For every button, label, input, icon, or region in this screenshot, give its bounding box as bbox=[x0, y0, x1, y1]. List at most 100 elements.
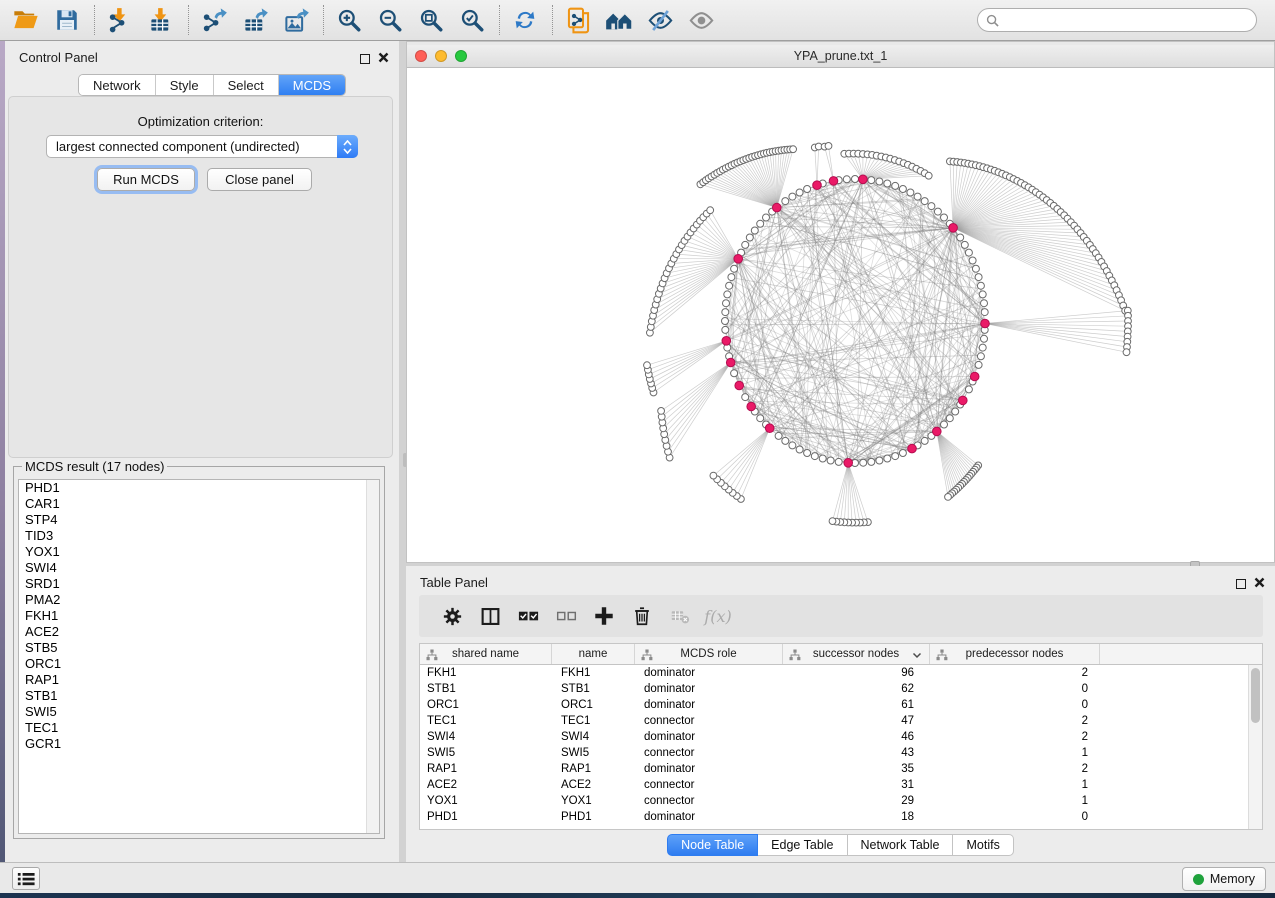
table-cell[interactable]: connector bbox=[635, 795, 783, 807]
table-cell[interactable]: 96 bbox=[783, 667, 930, 679]
search-field[interactable] bbox=[977, 8, 1257, 32]
result-node-item[interactable]: SRD1 bbox=[19, 576, 379, 592]
deselect-all-icon[interactable] bbox=[547, 599, 585, 633]
result-node-item[interactable]: RAP1 bbox=[19, 672, 379, 688]
table-cell[interactable]: 2 bbox=[930, 731, 1100, 743]
table-cell[interactable]: 1 bbox=[930, 779, 1100, 791]
table-cell[interactable]: SWI5 bbox=[552, 747, 635, 759]
table-cell[interactable]: 35 bbox=[783, 763, 930, 775]
table-cell[interactable]: 29 bbox=[783, 795, 930, 807]
memory-button[interactable]: Memory bbox=[1182, 867, 1266, 891]
table-cell[interactable]: SWI4 bbox=[552, 731, 635, 743]
table-cell[interactable]: 2 bbox=[930, 667, 1100, 679]
table-cell[interactable]: PHD1 bbox=[420, 811, 552, 823]
table-cell[interactable]: RAP1 bbox=[420, 763, 552, 775]
table-cell[interactable]: 62 bbox=[783, 683, 930, 695]
table-cell[interactable]: RAP1 bbox=[552, 763, 635, 775]
table-cell[interactable]: 2 bbox=[930, 763, 1100, 775]
tab-network-table[interactable]: Network Table bbox=[848, 834, 954, 856]
export-image-icon[interactable] bbox=[278, 3, 314, 37]
table-cell[interactable]: ORC1 bbox=[552, 699, 635, 711]
column-header-MCDS-role[interactable]: MCDS role bbox=[635, 644, 783, 664]
table-cell[interactable]: TEC1 bbox=[420, 715, 552, 727]
table-cell[interactable]: 18 bbox=[783, 811, 930, 823]
table-cell[interactable]: 43 bbox=[783, 747, 930, 759]
tab-mcds[interactable]: MCDS bbox=[279, 75, 345, 95]
table-cell[interactable]: connector bbox=[635, 779, 783, 791]
zoom-out-icon[interactable] bbox=[372, 3, 408, 37]
result-node-item[interactable]: SWI5 bbox=[19, 704, 379, 720]
network-canvas[interactable] bbox=[407, 68, 1274, 562]
settings-gear-icon[interactable] bbox=[433, 599, 471, 633]
table-row[interactable]: YOX1YOX1connector291 bbox=[420, 793, 1262, 809]
result-node-item[interactable]: PMA2 bbox=[19, 592, 379, 608]
open-file-icon[interactable] bbox=[8, 3, 44, 37]
table-cell[interactable]: 2 bbox=[930, 715, 1100, 727]
delete-column-icon[interactable] bbox=[623, 599, 661, 633]
close-table-panel-icon[interactable] bbox=[1254, 575, 1265, 593]
tab-select[interactable]: Select bbox=[214, 75, 279, 95]
table-cell[interactable]: 31 bbox=[783, 779, 930, 791]
table-row[interactable]: SWI5SWI5connector431 bbox=[420, 745, 1262, 761]
table-cell[interactable]: YOX1 bbox=[420, 795, 552, 807]
close-panel-icon[interactable] bbox=[378, 50, 389, 68]
result-node-item[interactable]: SWI4 bbox=[19, 560, 379, 576]
network-from-file-icon[interactable] bbox=[560, 3, 596, 37]
table-cell[interactable]: SWI4 bbox=[420, 731, 552, 743]
tab-network[interactable]: Network bbox=[79, 75, 156, 95]
table-cell[interactable]: 61 bbox=[783, 699, 930, 711]
table-cell[interactable]: SWI5 bbox=[420, 747, 552, 759]
table-cell[interactable]: TEC1 bbox=[552, 715, 635, 727]
result-node-item[interactable]: TID3 bbox=[19, 528, 379, 544]
table-cell[interactable]: ACE2 bbox=[420, 779, 552, 791]
table-cell[interactable]: STB1 bbox=[420, 683, 552, 695]
table-cell[interactable]: FKH1 bbox=[420, 667, 552, 679]
add-column-icon[interactable] bbox=[585, 599, 623, 633]
import-network-icon[interactable] bbox=[102, 3, 138, 37]
hide-graphics-details-icon[interactable] bbox=[642, 3, 678, 37]
result-node-item[interactable]: STB5 bbox=[19, 640, 379, 656]
select-all-icon[interactable] bbox=[509, 599, 547, 633]
table-row[interactable]: ORC1ORC1dominator610 bbox=[420, 697, 1262, 713]
result-node-item[interactable]: STP4 bbox=[19, 512, 379, 528]
column-header-shared-name[interactable]: shared name bbox=[420, 644, 552, 664]
table-cell[interactable]: dominator bbox=[635, 763, 783, 775]
save-icon[interactable] bbox=[49, 3, 85, 37]
table-cell[interactable]: 0 bbox=[930, 683, 1100, 695]
search-input[interactable] bbox=[999, 12, 1248, 28]
table-row[interactable]: STB1STB1dominator620 bbox=[420, 681, 1262, 697]
column-header-successor-nodes[interactable]: successor nodes bbox=[783, 644, 930, 664]
float-panel-icon[interactable] bbox=[360, 54, 370, 64]
refresh-icon[interactable] bbox=[507, 3, 543, 37]
run-mcds-button[interactable]: Run MCDS bbox=[97, 168, 195, 191]
result-node-item[interactable]: GCR1 bbox=[19, 736, 379, 752]
tab-motifs[interactable]: Motifs bbox=[953, 834, 1013, 856]
table-scrollbar[interactable] bbox=[1248, 665, 1262, 829]
table-cell[interactable]: 0 bbox=[930, 699, 1100, 711]
table-row[interactable]: RAP1RAP1dominator352 bbox=[420, 761, 1262, 777]
column-header-predecessor-nodes[interactable]: predecessor nodes bbox=[930, 644, 1100, 664]
zoom-in-icon[interactable] bbox=[331, 3, 367, 37]
table-cell[interactable]: dominator bbox=[635, 667, 783, 679]
table-cell[interactable]: 0 bbox=[930, 811, 1100, 823]
close-panel-button[interactable]: Close panel bbox=[207, 168, 312, 191]
table-row[interactable]: PHD1PHD1dominator180 bbox=[420, 809, 1262, 825]
table-cell[interactable]: dominator bbox=[635, 683, 783, 695]
table-cell[interactable]: connector bbox=[635, 747, 783, 759]
table-cell[interactable]: 47 bbox=[783, 715, 930, 727]
table-row[interactable]: SWI4SWI4dominator462 bbox=[420, 729, 1262, 745]
result-node-item[interactable]: CAR1 bbox=[19, 496, 379, 512]
table-cell[interactable]: YOX1 bbox=[552, 795, 635, 807]
result-node-item[interactable]: PHD1 bbox=[19, 480, 379, 496]
export-table-icon[interactable] bbox=[237, 3, 273, 37]
result-node-item[interactable]: ORC1 bbox=[19, 656, 379, 672]
table-cell[interactable]: dominator bbox=[635, 699, 783, 711]
tab-node-table[interactable]: Node Table bbox=[667, 834, 758, 856]
table-cell[interactable]: PHD1 bbox=[552, 811, 635, 823]
export-network-icon[interactable] bbox=[196, 3, 232, 37]
column-header-name[interactable]: name bbox=[552, 644, 635, 664]
result-node-item[interactable]: ACE2 bbox=[19, 624, 379, 640]
import-table-icon[interactable] bbox=[143, 3, 179, 37]
show-graphics-details-icon[interactable] bbox=[683, 3, 719, 37]
table-cell[interactable]: FKH1 bbox=[552, 667, 635, 679]
